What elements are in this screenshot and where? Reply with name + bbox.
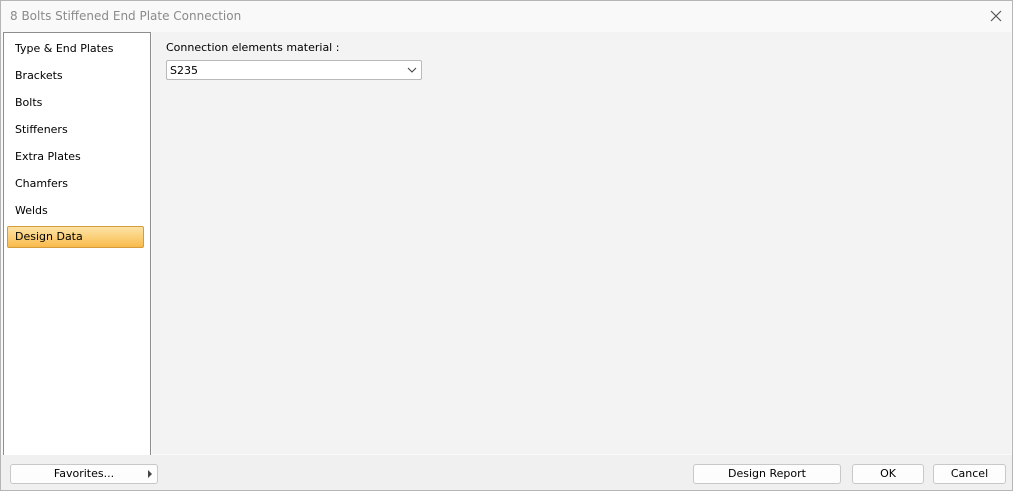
sidebar-item-type-end-plates[interactable]: Type & End Plates [7,38,144,60]
content-panel: Connection elements material : S235 [152,32,1011,454]
sidebar-item-brackets[interactable]: Brackets [7,65,144,87]
dialog-window: 8 Bolts Stiffened End Plate Connection T… [0,0,1013,491]
window-title: 8 Bolts Stiffened End Plate Connection [10,9,242,23]
favorites-label: Favorites... [53,467,115,480]
chevron-down-icon [407,65,417,78]
favorites-button[interactable]: Favorites... [10,464,158,484]
close-icon[interactable] [986,6,1006,26]
sidebar-nav: Type & End Plates Brackets Bolts Stiffen… [3,32,151,456]
sidebar-item-stiffeners[interactable]: Stiffeners [7,119,144,141]
material-label: Connection elements material : [166,41,340,54]
title-bar: 8 Bolts Stiffened End Plate Connection [1,1,1012,32]
cancel-button[interactable]: Cancel [933,464,1006,484]
ok-button[interactable]: OK [852,464,924,484]
sidebar-item-bolts[interactable]: Bolts [7,92,144,114]
sidebar-item-welds[interactable]: Welds [7,200,144,222]
sidebar-item-design-data[interactable]: Design Data [7,226,144,248]
dialog-footer: Favorites... Design Report OK Cancel [1,455,1012,490]
sidebar-item-extra-plates[interactable]: Extra Plates [7,146,144,168]
sidebar-item-chamfers[interactable]: Chamfers [7,173,144,195]
design-report-button[interactable]: Design Report [693,464,841,484]
chevron-right-icon [148,470,152,478]
material-select-value: S235 [170,64,198,77]
material-select[interactable]: S235 [166,60,422,80]
